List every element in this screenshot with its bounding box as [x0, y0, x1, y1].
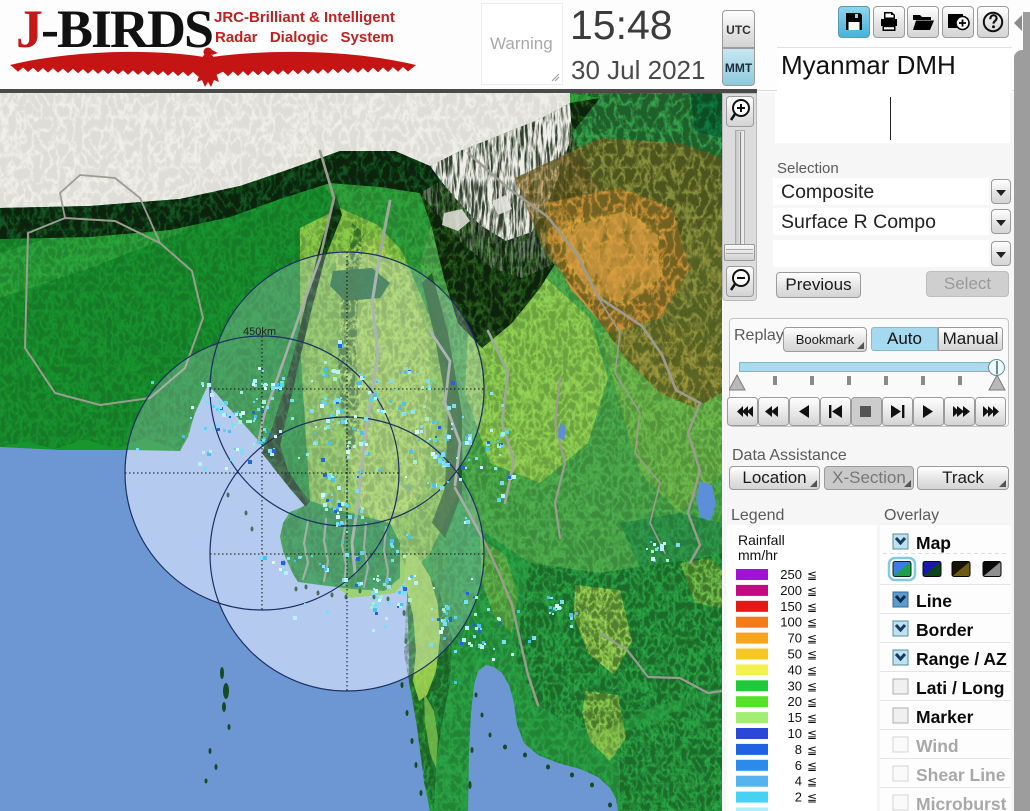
svg-text:Lati / Long: Lati / Long: [916, 678, 1004, 698]
svg-text:150: 150: [780, 599, 802, 614]
svg-text:≦: ≦: [807, 648, 817, 662]
svg-text:Shear Line: Shear Line: [916, 765, 1006, 785]
svg-text:Marker: Marker: [916, 707, 974, 727]
svg-text:8: 8: [795, 742, 802, 757]
svg-text:40: 40: [788, 662, 802, 677]
svg-text:≦: ≦: [807, 743, 817, 757]
svg-text:≦: ≦: [807, 727, 817, 741]
svg-text:250: 250: [780, 567, 802, 582]
svg-text:30: 30: [788, 678, 802, 693]
svg-text:≦: ≦: [807, 632, 817, 646]
svg-text:Wind: Wind: [916, 736, 959, 756]
svg-text:Border: Border: [916, 620, 974, 640]
svg-text:6: 6: [795, 758, 802, 773]
svg-text:Map: Map: [916, 533, 951, 553]
svg-text:450km: 450km: [243, 326, 276, 338]
svg-text:200: 200: [780, 583, 802, 598]
svg-text:≦: ≦: [807, 791, 817, 805]
svg-text:≦: ≦: [807, 616, 817, 630]
svg-text:100: 100: [780, 615, 802, 630]
svg-text:15: 15: [788, 710, 802, 725]
svg-text:≦: ≦: [807, 759, 817, 773]
svg-text:≦: ≦: [807, 679, 817, 693]
svg-text:≦: ≦: [807, 695, 817, 709]
svg-text:≦: ≦: [807, 584, 817, 598]
svg-text:50: 50: [788, 647, 802, 662]
svg-text:Microburst: Microburst: [916, 794, 1007, 811]
svg-text:≦: ≦: [807, 775, 817, 789]
svg-text:70: 70: [788, 631, 802, 646]
svg-text:Range / AZ: Range / AZ: [916, 649, 1007, 669]
svg-text:≦: ≦: [807, 600, 817, 614]
svg-text:≦: ≦: [807, 663, 817, 677]
svg-text:2: 2: [795, 790, 802, 805]
svg-text:≦: ≦: [807, 711, 817, 725]
svg-text:4: 4: [795, 774, 802, 789]
svg-text:10: 10: [788, 726, 802, 741]
svg-text:Line: Line: [916, 591, 952, 611]
svg-text:20: 20: [788, 694, 802, 709]
svg-text:≦: ≦: [807, 568, 817, 582]
